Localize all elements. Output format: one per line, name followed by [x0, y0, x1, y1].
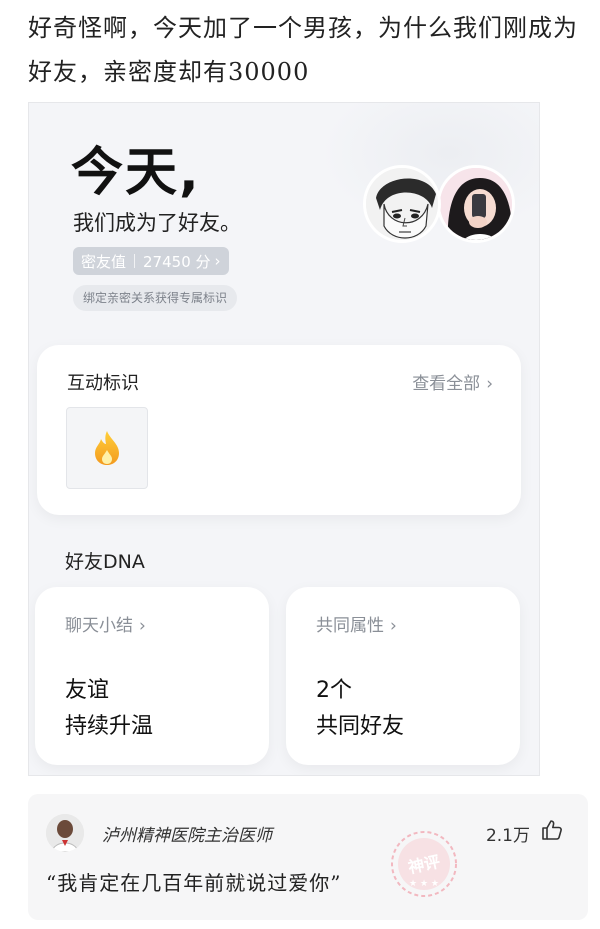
flame-badge-tile[interactable] [66, 407, 148, 489]
commenter-avatar[interactable] [46, 814, 84, 852]
god-comment-stamp: 神评 ★ ★ ★ [391, 831, 457, 897]
commenter-avatar-image [46, 814, 84, 852]
commenter-name[interactable]: 泸州精神医院主治医师 [102, 821, 272, 846]
divider [134, 254, 136, 268]
chat-summary-line2: 持续升温 [65, 714, 154, 739]
common-attributes-line2: 共同好友 [316, 714, 405, 739]
like-count: 2.1万 [485, 826, 530, 846]
chevron-right-icon: › [214, 252, 221, 270]
see-all-label: 查看全部 [412, 374, 481, 394]
interaction-card-title: 互动标识 [67, 373, 139, 394]
app-screenshot: 今天, 我们成为了好友。 密友值 27450 分 › 绑定亲密关系获得专属标识 [28, 102, 540, 776]
interaction-badges-card[interactable]: 互动标识 查看全部 › [37, 345, 521, 515]
my-avatar[interactable] [437, 165, 515, 243]
chat-summary-value: 友谊 持续升温 [65, 673, 153, 745]
common-attributes-label: 共同属性 [316, 616, 384, 636]
chat-summary-title: 聊天小结 › [65, 611, 146, 636]
thumbs-up-icon[interactable] [540, 818, 564, 842]
bind-relationship-hint[interactable]: 绑定亲密关系获得专属标识 [73, 285, 238, 311]
subline: 我们成为了好友。 [73, 211, 241, 235]
chevron-right-icon: › [486, 374, 493, 394]
see-all-link[interactable]: 查看全部 › [412, 369, 493, 394]
friend-dna-heading: 好友DNA [65, 551, 145, 573]
intimacy-score-pill[interactable]: 密友值 27450 分 › [73, 247, 229, 275]
common-attributes-title: 共同属性 › [316, 611, 397, 636]
chevron-right-icon: › [390, 616, 397, 636]
chat-summary-label: 聊天小结 [65, 616, 133, 636]
common-attributes-line1: 2个 [316, 678, 352, 703]
common-attributes-card[interactable]: 共同属性 › 2个 共同好友 [286, 587, 520, 765]
score-value: 27450 分 [143, 252, 211, 271]
score-label: 密友值 [81, 252, 127, 271]
headline: 今天, [71, 143, 201, 203]
chevron-right-icon: › [139, 616, 146, 636]
comment-text: “我肯定在几百年前就说过爱你” [46, 871, 342, 895]
chat-summary-card[interactable]: 聊天小结 › 友谊 持续升温 [35, 587, 269, 765]
common-attributes-value: 2个 共同好友 [316, 673, 404, 745]
top-comment: 泸州精神医院主治医师 2.1万 “我肯定在几百年前就说过爱你” 神评 ★ ★ ★ [28, 794, 588, 920]
friend-avatar[interactable] [363, 165, 441, 243]
chat-summary-line1: 友谊 [65, 678, 110, 703]
post-text: 好奇怪啊，今天加了一个男孩，为什么我们刚成为好友，亲密度却有30000 [28, 14, 578, 86]
svg-text:★ ★ ★: ★ ★ ★ [409, 879, 439, 889]
flame-icon [95, 431, 119, 465]
